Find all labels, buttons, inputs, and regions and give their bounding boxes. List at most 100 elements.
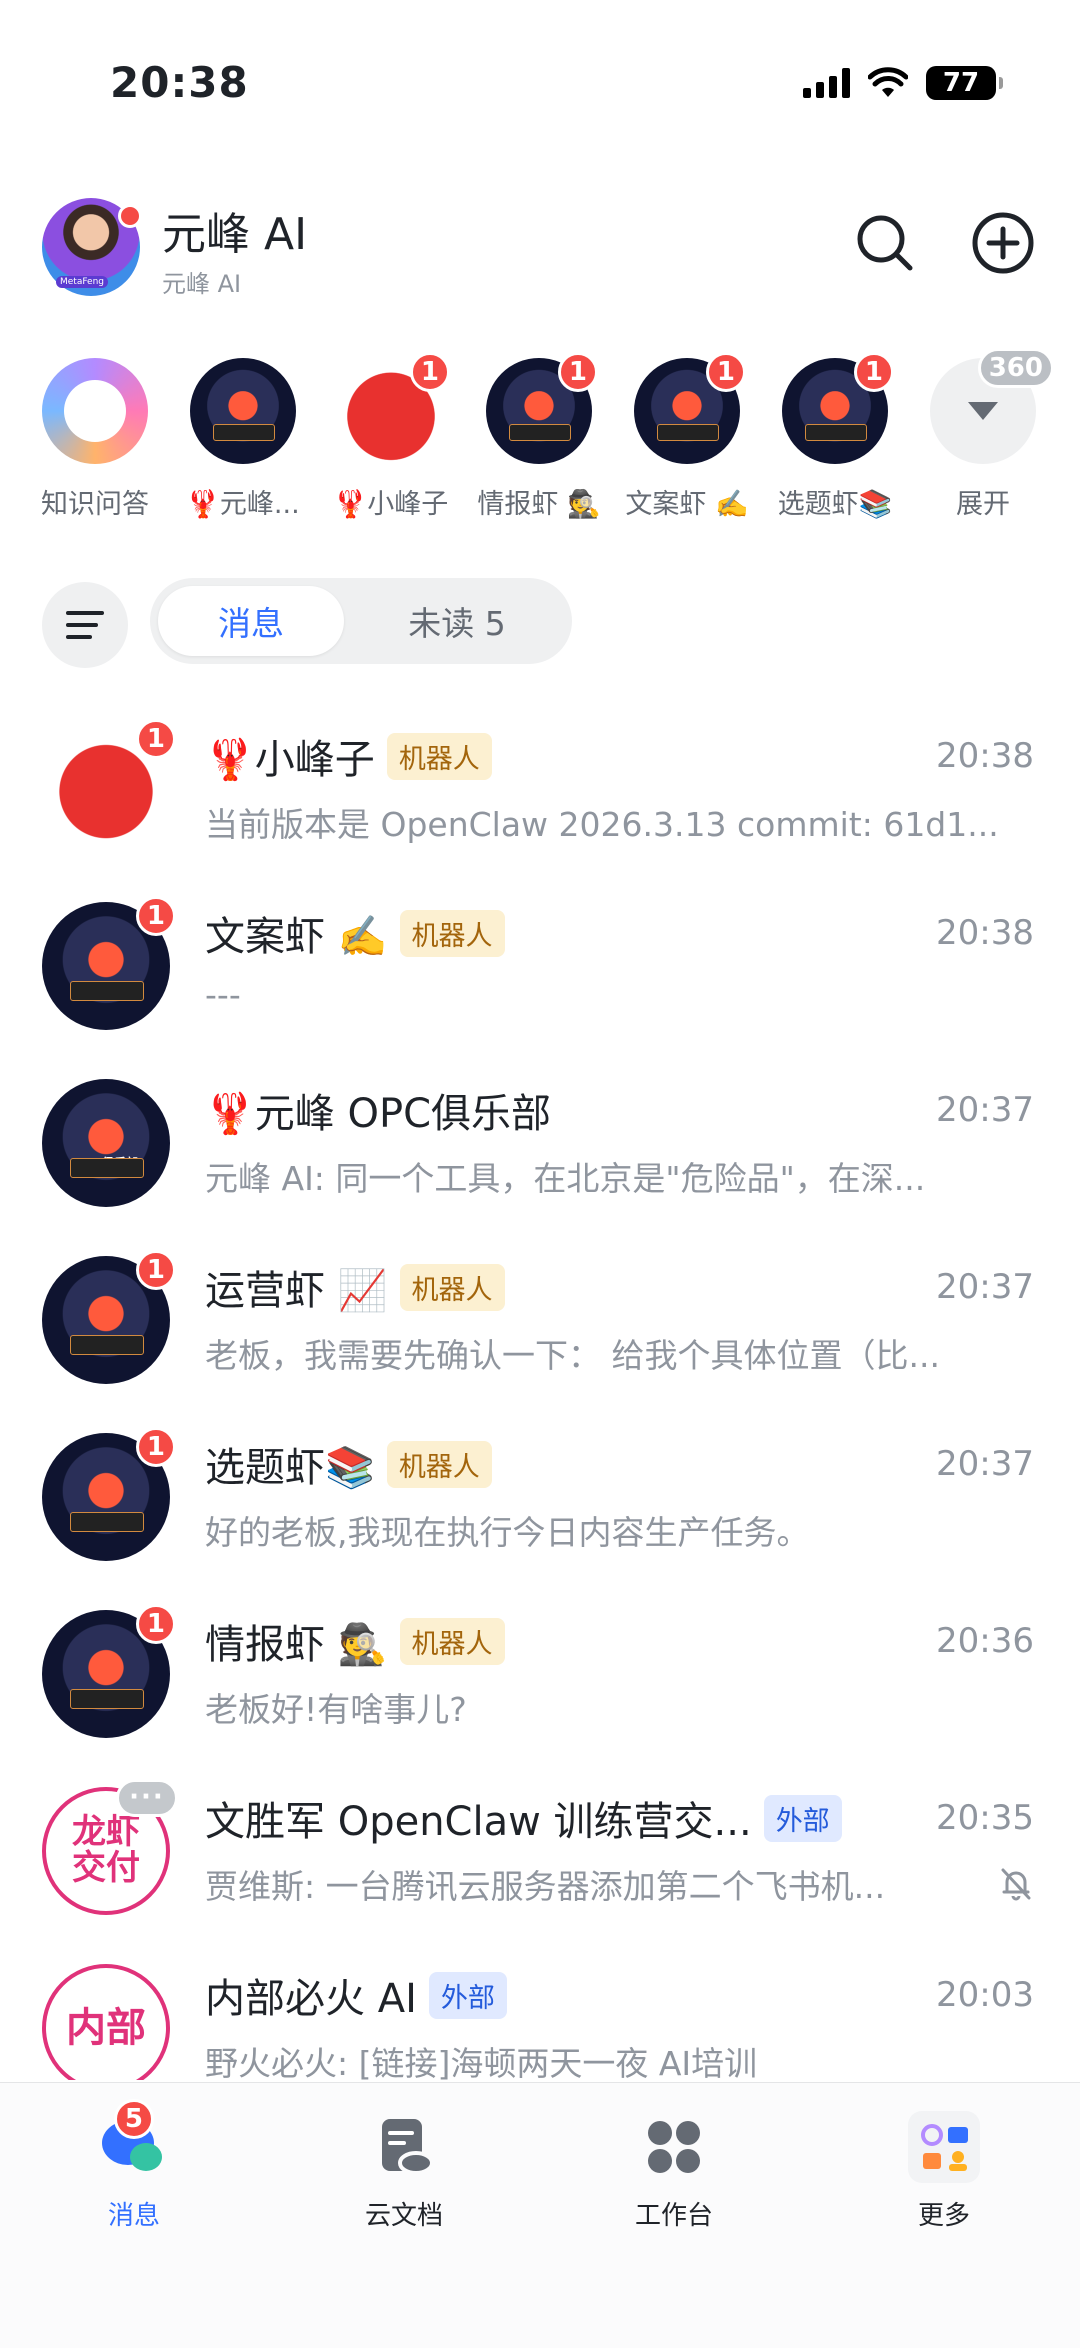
shortcut-label: 情报虾 🕵 xyxy=(477,489,601,520)
chat-row-internal-ai[interactable]: 内部 内部必火 AI 外部 20:03 野火必火: [链接]海顿两天一夜 AI培… xyxy=(0,1939,1080,2080)
chat-time: 20:03 xyxy=(936,1975,1034,2015)
unread-badge: 1 xyxy=(135,1250,176,1290)
chat-row-intel-shrimp[interactable]: 1 情报虾 🕵 机器人 20:36 老板好!有啥事儿? xyxy=(0,1585,1080,1762)
chat-time: 20:35 xyxy=(936,1798,1034,1838)
tenant-name[interactable]: 元峰 AI xyxy=(162,198,307,262)
shortcut-label: 🦞小峰子 xyxy=(333,489,449,520)
chat-title: 内部必火 AI 外部 xyxy=(205,1967,507,2023)
lobster-avatar: 1 xyxy=(634,352,746,464)
chat-time: 20:38 xyxy=(936,736,1034,776)
mute-bell-icon xyxy=(1001,1868,1031,1901)
filter-menu-button[interactable] xyxy=(42,582,128,668)
shortcut-opc-club[interactable]: 🦞元峰... xyxy=(168,355,318,521)
status-icons: 77 xyxy=(803,66,1003,100)
battery-icon: 77 xyxy=(926,66,1003,100)
add-icon[interactable] xyxy=(970,210,1036,276)
unread-badge: 1 xyxy=(135,1427,176,1467)
chat-row-training-group[interactable]: 龙虾 交付 ··· 文胜军 OpenClaw 训练营交... 外部 20:35 … xyxy=(0,1762,1080,1939)
chat-bubble-icon: 5 xyxy=(98,2099,170,2183)
tab-cloud-docs[interactable]: 云文档 xyxy=(314,2111,494,2232)
expand-circle: 360 xyxy=(930,348,1054,464)
lobster-avatar: 1 xyxy=(486,352,598,464)
notification-dot xyxy=(118,204,142,228)
chat-list: 1 🦞小峰子 机器人 20:38 当前版本是 OpenClaw 2026.3.1… xyxy=(0,700,1080,2080)
more-badge: ··· xyxy=(116,1779,178,1817)
unread-badge: 1 xyxy=(557,352,598,392)
external-tag: 外部 xyxy=(763,1794,842,1842)
tab-messages[interactable]: 消息 xyxy=(158,586,344,656)
tab-messages-nav[interactable]: 5 消息 xyxy=(44,2099,224,2232)
chat-name: 🦞元峰 OPC俱乐部 xyxy=(205,1091,552,1137)
chat-avatar: OPC俱乐部 xyxy=(42,1079,170,1207)
shortcut-label: 文案虾 ✍️ xyxy=(625,489,749,520)
shortcut-topic-shrimp[interactable]: 1 选题虾📚 xyxy=(760,352,910,521)
chat-avatar: 1 xyxy=(42,896,176,1030)
unread-badge: 1 xyxy=(135,1604,176,1644)
chat-preview: 当前版本是 OpenClaw 2026.3.13 commit: 61d1... xyxy=(205,805,999,844)
chat-preview: 野火必火: [链接]海顿两天一夜 AI培训 xyxy=(205,2044,758,2080)
chat-row-xiaofengzi[interactable]: 1 🦞小峰子 机器人 20:38 当前版本是 OpenClaw 2026.3.1… xyxy=(0,700,1080,877)
chat-time: 20:36 xyxy=(936,1621,1034,1661)
shortcut-copy-shrimp[interactable]: 1 文案虾 ✍️ xyxy=(612,352,762,521)
unread-badge: 1 xyxy=(135,719,176,759)
status-time: 20:38 xyxy=(110,58,249,107)
chat-avatar: 1 xyxy=(42,719,176,853)
unread-badge: 5 xyxy=(113,2099,154,2139)
chat-title: 🦞元峰 OPC俱乐部 xyxy=(205,1082,551,1138)
signal-icon xyxy=(803,68,850,98)
unread-badge: 1 xyxy=(853,352,894,392)
chat-row-copy-shrimp[interactable]: 1 文案虾 ✍️ 机器人 20:38 --- xyxy=(0,877,1080,1054)
tab-label: 更多 xyxy=(917,2201,970,2231)
tenant-avatar[interactable]: MetaFeng xyxy=(42,198,142,296)
chat-title: 🦞小峰子 机器人 xyxy=(205,728,492,784)
menu-icon xyxy=(66,611,104,639)
avatar-logo-text: MetaFeng xyxy=(56,276,108,288)
chat-preview: 老板，我需要先确认一下： 给我个具体位置（比... xyxy=(205,1336,940,1375)
status-bar: 20:38 77 xyxy=(0,0,1080,150)
chat-time: 20:37 xyxy=(936,1444,1034,1484)
cloud-doc-icon xyxy=(368,2111,440,2183)
chat-avatar: 内部 xyxy=(42,1964,170,2080)
bot-tag: 机器人 xyxy=(399,1263,505,1311)
avatar-text-line1: 龙虾 xyxy=(72,1812,140,1853)
tab-unread[interactable]: 未读 5 xyxy=(350,586,564,656)
tab-label: 消息 xyxy=(107,2201,160,2231)
chat-row-topic-shrimp[interactable]: 1 选题虾📚 机器人 20:37 好的老板,我现在执行今日内容生产任务。 xyxy=(0,1408,1080,1585)
tab-label: 云文档 xyxy=(364,2201,443,2231)
grid-apps-icon xyxy=(638,2111,710,2183)
bot-tag: 机器人 xyxy=(386,732,492,780)
tab-label: 工作台 xyxy=(634,2201,713,2231)
chat-preview: 老板好!有啥事儿? xyxy=(205,1690,467,1729)
chat-name: 🦞小峰子 xyxy=(205,737,375,783)
avatar-caption: OPC俱乐部 xyxy=(74,1156,138,1170)
count-badge: 360 xyxy=(977,348,1054,388)
unread-badge: 1 xyxy=(135,896,176,936)
shortcut-label: 知识问答 xyxy=(41,489,149,520)
shortcut-row: 知识问答 🦞元峰... 1 🦞小峰子 1 情报虾 🕵 1 文案虾 ✍️ 1 选题… xyxy=(0,348,1080,525)
shortcut-label: 展开 xyxy=(956,489,1010,520)
chat-avatar: 1 xyxy=(42,1604,176,1738)
chat-name: 选题虾📚 xyxy=(205,1445,375,1491)
chat-row-ops-shrimp[interactable]: 1 运营虾 📈 机器人 20:37 老板，我需要先确认一下： 给我个具体位置（比… xyxy=(0,1231,1080,1408)
tenant-subtitle: 元峰 AI xyxy=(162,270,242,298)
chat-preview: --- xyxy=(205,975,241,1014)
tab-workbench[interactable]: 工作台 xyxy=(584,2111,764,2232)
shortcut-xiaofengzi[interactable]: 1 🦞小峰子 xyxy=(316,352,466,521)
chat-row-opc-club[interactable]: OPC俱乐部 🦞元峰 OPC俱乐部 20:37 元峰 AI: 同一个工具，在北京… xyxy=(0,1054,1080,1231)
shortcut-knowledge-qa[interactable]: 知识问答 xyxy=(20,355,170,521)
chat-name: 运营虾 📈 xyxy=(205,1268,388,1314)
chat-title: 文案虾 ✍️ 机器人 xyxy=(205,905,505,961)
tab-more[interactable]: 更多 xyxy=(854,2111,1034,2232)
chat-title: 文胜军 OpenClaw 训练营交... 外部 xyxy=(205,1790,842,1846)
red-mascot-avatar: 1 xyxy=(338,352,450,464)
unread-badge: 1 xyxy=(705,352,746,392)
shortcut-expand[interactable]: 360 展开 xyxy=(908,348,1058,521)
chat-avatar: 1 xyxy=(42,1250,176,1384)
app-header: MetaFeng 元峰 AI 元峰 AI xyxy=(0,190,1080,310)
chat-name: 情报虾 🕵 xyxy=(205,1622,388,1668)
bottom-tab-bar: 5 消息 云文档 工作台 更多 xyxy=(0,2082,1080,2348)
search-icon[interactable] xyxy=(852,210,918,276)
chat-time: 20:37 xyxy=(936,1267,1034,1307)
chat-preview: 元峰 AI: 同一个工具，在北京是"危险品"，在深... xyxy=(205,1159,926,1198)
shortcut-intel-shrimp[interactable]: 1 情报虾 🕵 xyxy=(464,352,614,521)
